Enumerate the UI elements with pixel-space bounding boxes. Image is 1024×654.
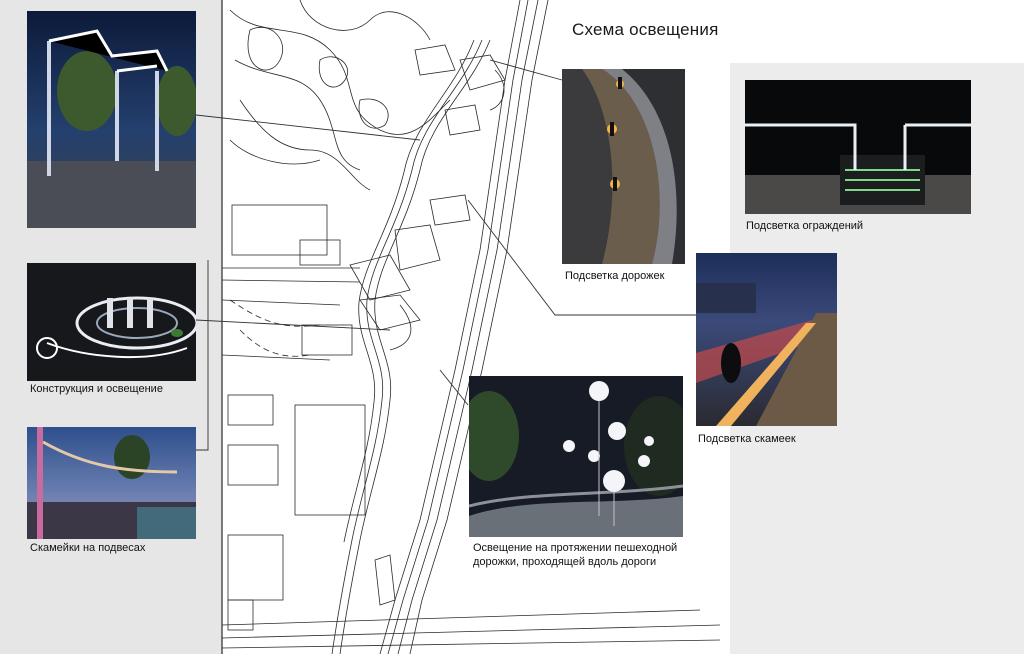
photo-structure-lighting	[27, 263, 196, 381]
caption-paths: Подсветка дорожек	[565, 270, 665, 282]
photo-walkway-lighting	[469, 376, 683, 537]
caption-structure: Конструкция и освещение	[30, 383, 163, 395]
photo-bench-lighting	[696, 253, 837, 426]
photo-pergola-lighting	[27, 11, 196, 228]
caption-walkway-line1: Освещение на протяжении пешеходной	[473, 542, 678, 554]
caption-railings: Подсветка ограждений	[746, 220, 864, 232]
photo-railing-lighting	[745, 80, 971, 214]
page-title: Схема освещения	[572, 20, 719, 39]
caption-benches: Подсветка скамеек	[698, 433, 796, 445]
photo-path-lighting	[562, 69, 685, 264]
caption-walkway-line2: дорожки, проходящей вдоль дороги	[473, 556, 657, 568]
caption-swing-benches: Скамейки на подвесах	[30, 542, 146, 554]
photo-swing-benches	[27, 427, 196, 539]
